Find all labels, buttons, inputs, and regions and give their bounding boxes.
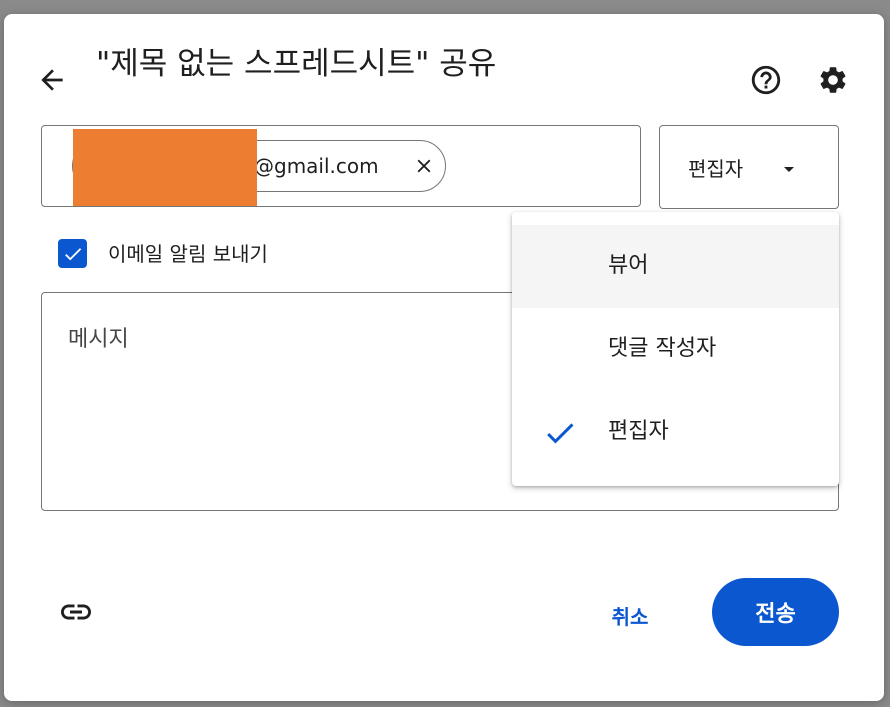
close-icon xyxy=(417,159,431,173)
redaction-block xyxy=(73,129,257,206)
role-menu-item-commenter[interactable]: 댓글 작성자 xyxy=(512,308,839,391)
role-select[interactable] xyxy=(659,125,839,209)
role-menu-item-label: 뷰어 xyxy=(608,253,649,278)
link-icon xyxy=(61,604,91,620)
checkmark-icon xyxy=(64,247,81,260)
notify-label: 이메일 알림 보내기 xyxy=(108,242,268,266)
arrow-back-icon xyxy=(41,69,63,91)
role-menu-item-editor[interactable]: 편집자 xyxy=(512,391,839,474)
role-select-value: 편집자 xyxy=(688,157,744,181)
notify-checkbox[interactable] xyxy=(58,239,87,268)
send-button[interactable]: 전송 xyxy=(712,578,839,646)
recipient-email-suffix: @gmail.com xyxy=(254,154,379,178)
gear-icon xyxy=(820,67,846,93)
dialog-title: "제목 없는 스프레드시트" 공유 xyxy=(96,46,497,82)
remove-recipient-button[interactable] xyxy=(408,150,440,182)
copy-link-button[interactable] xyxy=(54,594,98,630)
help-circle-icon xyxy=(751,65,781,95)
role-menu: 뷰어 댓글 작성자 편집자 xyxy=(512,212,839,486)
role-menu-item-label: 편집자 xyxy=(608,419,669,444)
message-placeholder: 메시지 xyxy=(68,327,129,352)
settings-button[interactable] xyxy=(811,58,855,102)
help-button[interactable] xyxy=(744,58,788,102)
role-menu-item-viewer[interactable]: 뷰어 xyxy=(512,225,839,308)
role-menu-item-label: 댓글 작성자 xyxy=(608,336,717,361)
cancel-button[interactable]: 취소 xyxy=(586,594,674,636)
back-button[interactable] xyxy=(30,58,74,102)
caret-down-icon xyxy=(776,156,802,182)
check-icon xyxy=(542,415,578,451)
